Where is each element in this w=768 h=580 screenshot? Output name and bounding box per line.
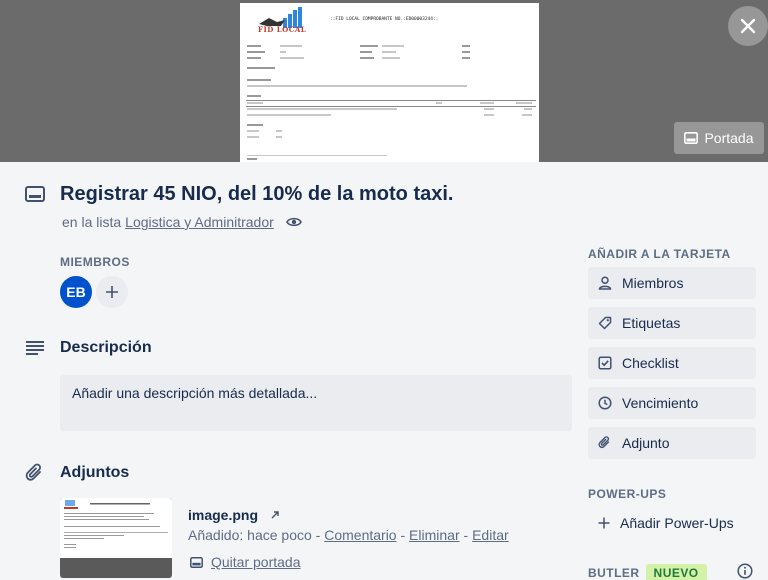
- remove-cover-link[interactable]: Quitar portada: [190, 554, 301, 570]
- sidebar-button-label: Etiquetas: [622, 315, 681, 331]
- paperclip-icon: [598, 436, 610, 449]
- paperclip-icon: [25, 463, 41, 481]
- sidebar-button-labels[interactable]: Etiquetas: [588, 307, 756, 339]
- sidebar-button-label: Miembros: [622, 275, 684, 291]
- attachment-meta: Añadido: hace poco - Comentario - Elimin…: [188, 527, 509, 543]
- sidebar-button-checklist[interactable]: Checklist: [588, 347, 756, 379]
- plus-icon: [598, 517, 610, 529]
- card-cover-icon: [190, 556, 203, 568]
- butler-label: BUTLER: [588, 566, 640, 580]
- card-cover: FID LOCAL ::FID LOCAL COMPROBANTE NO.:ED…: [0, 0, 768, 162]
- edit-link[interactable]: Editar: [472, 527, 509, 543]
- separator: -: [459, 527, 473, 543]
- separator: -: [396, 527, 410, 543]
- cover-button[interactable]: Portada: [674, 122, 764, 154]
- power-ups-label: POWER-UPS: [588, 487, 667, 501]
- add-member-button[interactable]: [96, 276, 128, 308]
- sidebar-button-label: Vencimiento: [622, 395, 699, 411]
- close-icon: [740, 18, 756, 34]
- logo-icon: [259, 7, 302, 28]
- description-title: Descripción: [60, 339, 152, 356]
- cover-button-label: Portada: [704, 130, 754, 146]
- add-power-ups-button[interactable]: Añadir Power-Ups: [588, 507, 756, 539]
- attachment-added: Añadido: hace poco: [188, 527, 312, 543]
- sidebar-button-attachment[interactable]: Adjunto: [588, 427, 756, 459]
- eye-icon[interactable]: [285, 216, 302, 228]
- doc-title: ::FID LOCAL COMPROBANTE NO.:ED00003244::: [330, 17, 439, 22]
- card-title[interactable]: Registrar 45 NIO, del 10% de la moto tax…: [60, 183, 453, 206]
- sidebar-button-due-date[interactable]: Vencimiento: [588, 387, 756, 419]
- attachment-preview-graphic: [64, 500, 168, 548]
- sidebar-button-label: Checklist: [622, 355, 679, 371]
- attachments-title: Adjuntos: [60, 464, 130, 481]
- tag-icon: [598, 316, 612, 330]
- list-info: en la lista Logistica y Adminitrador: [62, 214, 302, 230]
- attachment-preview: [60, 498, 172, 558]
- separator: -: [311, 527, 325, 543]
- sidebar-button-members[interactable]: Miembros: [588, 267, 756, 299]
- attachment-thumbnail[interactable]: [60, 498, 172, 578]
- checklist-icon: [598, 356, 612, 370]
- description-input[interactable]: Añadir una descripción más detallada...: [60, 375, 572, 431]
- card-icon: [25, 186, 45, 202]
- delete-link[interactable]: Eliminar: [409, 527, 460, 543]
- avatar[interactable]: EB: [60, 276, 92, 308]
- user-icon: [598, 276, 612, 290]
- add-power-ups-label: Añadir Power-Ups: [620, 515, 734, 531]
- attachment-name[interactable]: image.png: [188, 507, 280, 523]
- butler-header: BUTLER NUEVO: [588, 564, 707, 580]
- close-button[interactable]: [728, 6, 768, 46]
- list-link[interactable]: Logistica y Adminitrador: [125, 214, 274, 230]
- sidebar-button-label: Adjunto: [622, 435, 670, 451]
- attachment-file-name[interactable]: image.png: [188, 507, 258, 523]
- list-prefix: en la lista: [62, 214, 122, 230]
- cover-image: FID LOCAL ::FID LOCAL COMPROBANTE NO.:ED…: [240, 3, 539, 162]
- card-cover-icon: [684, 132, 699, 144]
- logo-text: FID LOCAL: [258, 25, 307, 34]
- new-badge: NUEVO: [645, 564, 707, 580]
- add-to-card-label: AÑADIR A LA TARJETA: [588, 247, 731, 261]
- comment-link[interactable]: Comentario: [324, 527, 396, 543]
- clock-icon: [598, 396, 612, 410]
- remove-cover-label[interactable]: Quitar portada: [211, 554, 301, 570]
- members-label: MIEMBROS: [60, 255, 130, 269]
- plus-icon: [106, 286, 118, 298]
- info-icon[interactable]: [737, 563, 753, 579]
- external-link-icon[interactable]: [270, 510, 280, 520]
- description-icon: [26, 341, 44, 355]
